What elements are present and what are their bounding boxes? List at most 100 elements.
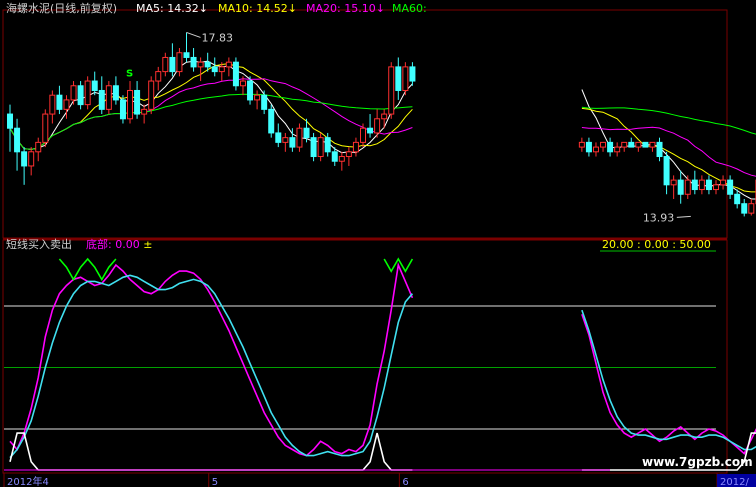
candle-body: [21, 151, 28, 167]
candle-body: [705, 179, 712, 191]
candle-body: [218, 66, 225, 73]
candle-body: [677, 179, 684, 195]
candle-body: [176, 52, 183, 73]
candle-body: [388, 66, 395, 115]
x-label: 6: [402, 477, 408, 487]
candle-body: [317, 137, 324, 158]
candle-body: [331, 151, 338, 162]
candle-body: [352, 141, 359, 153]
candle-body: [656, 141, 663, 158]
x-label: 2012年4: [7, 475, 49, 487]
candle-body: [727, 179, 734, 195]
candle-body: [204, 61, 211, 68]
candle-body: [63, 99, 70, 110]
candle-body: [684, 179, 691, 195]
candle-body: [395, 66, 402, 91]
candle-body: [91, 80, 98, 91]
candle-body: [254, 94, 261, 101]
candle-body: [748, 203, 755, 214]
candle-body: [211, 66, 218, 73]
x-label: 5: [212, 477, 218, 487]
candle-body: [324, 137, 331, 153]
ma60-label: MA60:: [392, 2, 427, 15]
candle-body: [197, 61, 204, 68]
candle-body: [310, 137, 317, 158]
candle-body: [35, 141, 42, 153]
candle-body: [600, 141, 607, 148]
candle-body: [169, 56, 176, 73]
candle-body: [663, 156, 670, 186]
candle-body: [190, 56, 197, 68]
candle-body: [578, 141, 585, 148]
candle-body: [367, 127, 374, 134]
candle-body: [402, 66, 409, 91]
candle-body: [134, 89, 141, 115]
candle-body: [635, 141, 642, 148]
price-annotation: 17.83: [202, 31, 234, 44]
candle-body: [232, 61, 239, 87]
candle-body: [720, 179, 727, 186]
candle-body: [691, 179, 698, 191]
candle-body: [282, 137, 289, 143]
price-title: 海螺水泥(日线,前复权): [6, 1, 117, 15]
candle-body: [49, 94, 56, 115]
sell-signal: S: [126, 68, 133, 79]
candle-body: [155, 71, 162, 82]
candle-body: [275, 132, 282, 143]
candle-body: [28, 151, 35, 167]
ma5-label: MA5: 14.32↓: [136, 2, 208, 15]
candle-body: [14, 127, 21, 153]
candle-body: [585, 141, 592, 153]
bottom-label: 底部: 0.00 ±: [86, 237, 152, 251]
candle-body: [374, 118, 381, 134]
right-readout: 20.00 : 0.00 : 50.00: [602, 238, 711, 251]
candle-body: [642, 141, 649, 148]
candle-body: [338, 156, 345, 162]
candle-body: [105, 85, 112, 110]
candle-body: [303, 127, 310, 139]
x-label: 2012/: [720, 477, 749, 487]
candle-body: [649, 141, 656, 148]
indicator-title: 短线买入卖出: [6, 237, 72, 251]
candle-body: [239, 80, 246, 87]
candle-body: [268, 108, 275, 134]
stock-chart: 17.83 13.93 S 海螺水泥(日线,前复权) MA5: 14.32↓ MA1…: [0, 0, 756, 487]
candle-body: [84, 80, 91, 106]
ma20-label: MA20: 15.10↓: [306, 2, 385, 15]
candle-body: [592, 146, 599, 153]
candle-body: [734, 193, 741, 205]
candle-body: [296, 127, 303, 148]
candle-body: [261, 94, 268, 110]
candle-body: [42, 113, 49, 143]
candle-body: [670, 179, 677, 186]
candle-body: [70, 85, 77, 101]
candle-body: [141, 108, 148, 115]
candle-body: [7, 113, 13, 129]
candle-body: [127, 89, 134, 120]
candle-body: [713, 184, 719, 191]
candle-body: [409, 66, 416, 82]
candle-body: [628, 141, 635, 148]
candle-body: [119, 99, 126, 120]
candle-body: [98, 89, 105, 110]
candle-body: [607, 141, 614, 153]
candle-body: [614, 146, 621, 153]
ma10-label: MA10: 14.52↓: [218, 2, 297, 15]
watermark: www.7gpzb.com: [642, 455, 753, 469]
candle-body: [381, 113, 388, 120]
candle-body: [225, 61, 232, 68]
candle-body: [112, 85, 119, 101]
candle-body: [77, 85, 84, 106]
candle-body: [741, 203, 748, 214]
candle-body: [345, 151, 352, 158]
candle-body: [148, 80, 155, 110]
candle-body: [360, 127, 366, 143]
candle-body: [162, 56, 169, 73]
candle-body: [698, 179, 705, 191]
candle-body: [183, 52, 190, 58]
candle-body: [289, 137, 296, 148]
price-annotation: 13.93: [643, 211, 675, 224]
candle-body: [621, 141, 628, 148]
candle-body: [247, 80, 254, 101]
candle-body: [56, 94, 63, 110]
